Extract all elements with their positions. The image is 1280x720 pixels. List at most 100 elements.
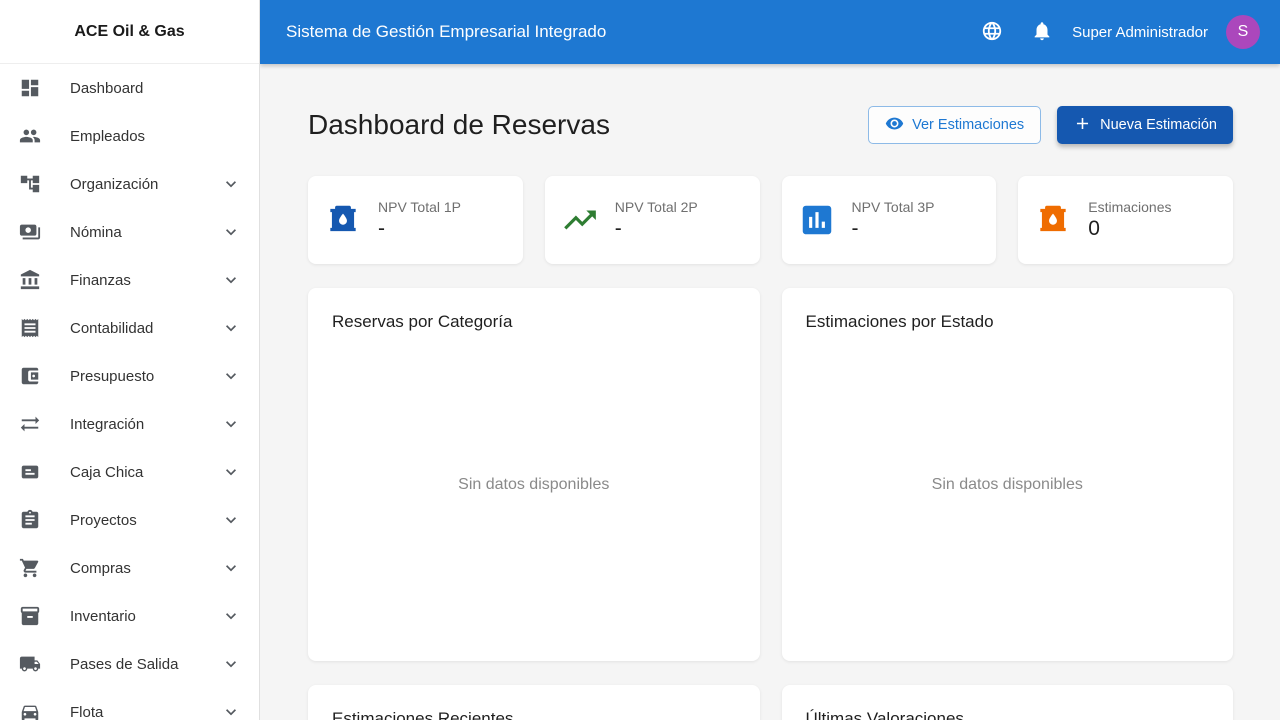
sidebar-item-label: Inventario — [70, 607, 136, 625]
stat-value: 0 — [1088, 217, 1100, 240]
chevron-down-icon — [219, 412, 243, 436]
user-name: Super Administrador — [1072, 23, 1208, 41]
stat-card-npv-1p: NPV Total 1P - — [308, 176, 523, 264]
cash-box-icon — [18, 460, 42, 484]
oil-barrel-icon — [324, 201, 362, 239]
chevron-down-icon — [219, 556, 243, 580]
chevron-down-icon — [219, 172, 243, 196]
view-estimates-button[interactable]: Ver Estimaciones — [868, 106, 1042, 144]
plus-icon — [1073, 114, 1092, 137]
chevron-down-icon — [219, 268, 243, 292]
stat-card-estimaciones: Estimaciones 0 — [1018, 176, 1233, 264]
new-estimate-label: Nueva Estimación — [1100, 117, 1217, 133]
chevron-down-icon — [219, 508, 243, 532]
stat-card-npv-3p: NPV Total 3P - — [781, 176, 997, 264]
sidebar-item-label: Contabilidad — [70, 319, 154, 337]
truck-icon — [18, 652, 42, 676]
wallet-icon — [18, 364, 42, 388]
app-root: ACE Oil & Gas Dashboard Empleados Organi… — [0, 0, 1280, 720]
chart-title: Reservas por Categoría — [332, 312, 513, 331]
chevron-down-icon — [219, 700, 243, 720]
stat-label: Estimaciones — [1088, 199, 1172, 215]
stat-card-npv-2p: NPV Total 2P - — [544, 176, 760, 264]
receipt-icon — [18, 316, 42, 340]
sidebar-nav: Dashboard Empleados Organización Nómina … — [0, 64, 259, 720]
sidebar-item-label: Presupuesto — [70, 367, 155, 385]
people-icon — [18, 124, 42, 148]
stat-label: NPV Total 3P — [851, 199, 935, 215]
sidebar-item-inventario[interactable]: Inventario — [0, 592, 259, 640]
language-button[interactable] — [972, 12, 1012, 52]
sidebar-item-finanzas[interactable]: Finanzas — [0, 256, 259, 304]
topbar-actions: Super Administrador S — [972, 12, 1260, 52]
sidebar-item-label: Dashboard — [70, 79, 144, 97]
shopping-cart-icon — [18, 556, 42, 580]
sidebar-item-contabilidad[interactable]: Contabilidad — [0, 304, 259, 352]
oil-barrel-icon — [1034, 201, 1072, 239]
chevron-down-icon — [219, 220, 243, 244]
stat-label: NPV Total 2P — [614, 199, 698, 215]
sidebar-item-empleados[interactable]: Empleados — [0, 112, 259, 160]
chevron-down-icon — [219, 364, 243, 388]
stat-label: NPV Total 1P — [378, 199, 462, 215]
bottom-row: Estimaciones Recientes Últimas Valoracio… — [308, 685, 1233, 720]
sidebar-item-pases-de-salida[interactable]: Pases de Salida — [0, 640, 259, 688]
chart-empty-state: Sin datos disponibles — [931, 475, 1083, 493]
chart-card-estimaciones-por-estado: Estimaciones por Estado Sin datos dispon… — [781, 288, 1233, 661]
sidebar-item-dashboard[interactable]: Dashboard — [0, 64, 259, 112]
avatar[interactable]: S — [1226, 15, 1260, 49]
new-estimate-button[interactable]: Nueva Estimación — [1057, 106, 1233, 144]
bank-icon — [18, 268, 42, 292]
chevron-down-icon — [219, 652, 243, 676]
sidebar-item-label: Organización — [70, 175, 159, 193]
sidebar-item-label: Caja Chica — [70, 463, 144, 481]
card-ultimas-valoraciones: Últimas Valoraciones — [781, 685, 1233, 720]
chevron-down-icon — [219, 604, 243, 628]
eye-icon — [885, 114, 904, 137]
sidebar-item-label: Compras — [70, 559, 131, 577]
chart-empty-state: Sin datos disponibles — [458, 475, 610, 493]
charts-row: Reservas por Categoría Sin datos disponi… — [308, 288, 1233, 661]
brand-logo: ACE Oil & Gas — [0, 0, 259, 64]
sidebar-item-label: Nómina — [70, 223, 122, 241]
stats-row: NPV Total 1P - NPV Total 2P - NPV Total … — [308, 176, 1233, 264]
sidebar-item-proyectos[interactable]: Proyectos — [0, 496, 259, 544]
sidebar-item-label: Pases de Salida — [70, 655, 179, 673]
bar-chart-icon — [798, 201, 836, 239]
chevron-down-icon — [219, 316, 243, 340]
inventory-icon — [18, 604, 42, 628]
stat-value: - — [614, 217, 622, 240]
page-content: Dashboard de Reservas Ver Estimaciones N… — [260, 64, 1280, 720]
sidebar-item-flota[interactable]: Flota — [0, 688, 259, 720]
notifications-button[interactable] — [1022, 12, 1062, 52]
payments-icon — [18, 220, 42, 244]
sidebar-item-organizacion[interactable]: Organización — [0, 160, 259, 208]
sync-icon — [18, 412, 42, 436]
sidebar-item-nomina[interactable]: Nómina — [0, 208, 259, 256]
sidebar-item-label: Finanzas — [70, 271, 131, 289]
card-estimaciones-recientes: Estimaciones Recientes — [308, 685, 760, 720]
chart-title: Estimaciones por Estado — [805, 312, 994, 331]
sidebar-item-caja-chica[interactable]: Caja Chica — [0, 448, 259, 496]
sidebar-item-presupuesto[interactable]: Presupuesto — [0, 352, 259, 400]
page-title: Dashboard de Reservas — [308, 109, 610, 140]
stat-value: - — [378, 217, 385, 240]
card-title: Últimas Valoraciones — [805, 709, 964, 720]
globe-icon — [981, 20, 1003, 45]
sidebar: ACE Oil & Gas Dashboard Empleados Organi… — [0, 0, 260, 720]
page-header: Dashboard de Reservas Ver Estimaciones N… — [308, 106, 1233, 144]
view-estimates-label: Ver Estimaciones — [912, 117, 1025, 133]
app-title: Sistema de Gestión Empresarial Integrado — [286, 22, 607, 41]
sidebar-item-label: Integración — [70, 415, 145, 433]
sidebar-item-label: Flota — [70, 703, 104, 720]
bell-icon — [1031, 20, 1053, 45]
avatar-initial: S — [1237, 23, 1249, 40]
car-icon — [18, 700, 42, 720]
sidebar-item-label: Empleados — [70, 127, 146, 145]
sidebar-item-compras[interactable]: Compras — [0, 544, 259, 592]
sidebar-item-label: Proyectos — [70, 511, 137, 529]
card-title: Estimaciones Recientes — [332, 709, 514, 720]
chevron-down-icon — [219, 460, 243, 484]
sidebar-item-integracion[interactable]: Integración — [0, 400, 259, 448]
stat-value: - — [851, 217, 859, 240]
